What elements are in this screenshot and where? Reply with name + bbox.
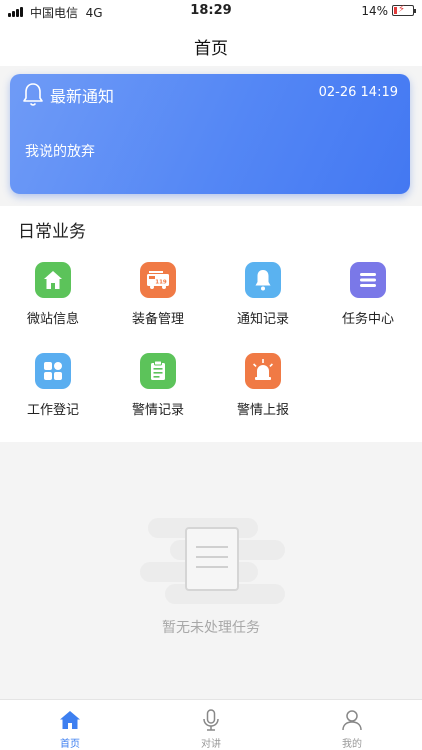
notice-title: 最新通知 — [50, 87, 115, 106]
notice-time: 02-26 14:19 — [318, 85, 398, 100]
grid-label: 警情上报 — [236, 403, 289, 418]
empty-state-text: 暂无未处理任务 — [162, 620, 260, 636]
battery-icon: ⚡ — [392, 4, 416, 16]
grid-label: 微站信息 — [26, 312, 79, 327]
fire-truck-icon: 119 — [140, 262, 176, 298]
nav-bar: 首页 — [0, 22, 422, 66]
bell-icon — [245, 262, 281, 298]
home-icon — [60, 711, 80, 729]
grid-label: 警情记录 — [131, 403, 184, 418]
tab-bar: 首页 对讲 我的 — [0, 699, 422, 750]
alarm-light-icon — [245, 353, 281, 389]
tab-profile[interactable]: 我的 — [282, 700, 422, 750]
tab-label: 首页 — [60, 739, 80, 750]
home-icon — [35, 262, 71, 298]
daily-business-section: 日常业务 微站信息 119 装备管理 通知记录 任务中心 工作登记 警情记录 警… — [0, 206, 422, 442]
task-center-button[interactable]: 任务中心 — [315, 262, 421, 342]
list-icon — [350, 262, 386, 298]
tab-label: 对讲 — [201, 739, 221, 750]
grid-icon — [35, 353, 71, 389]
grid-label: 装备管理 — [131, 312, 184, 327]
grid-label: 工作登记 — [26, 403, 79, 418]
page-title: 首页 — [194, 39, 228, 59]
grid-label: 通知记录 — [236, 312, 289, 327]
station-info-button[interactable]: 微站信息 — [0, 262, 106, 342]
section-title: 日常业务 — [18, 222, 86, 242]
equipment-management-button[interactable]: 119 装备管理 — [105, 262, 211, 342]
battery-percent: 14% — [361, 4, 388, 18]
clipboard-icon — [140, 353, 176, 389]
alarm-report-button[interactable]: 警情上报 — [210, 353, 316, 433]
tab-intercom[interactable]: 对讲 — [141, 700, 281, 750]
latest-notice-card[interactable]: 最新通知 02-26 14:19 我说的放弃 — [10, 74, 410, 194]
empty-document-icon — [140, 518, 285, 604]
alarm-records-button[interactable]: 警情记录 — [105, 353, 211, 433]
tab-home[interactable]: 首页 — [0, 700, 140, 750]
user-icon — [342, 710, 362, 731]
tab-label: 我的 — [342, 739, 362, 750]
status-bar: 中国电信 4G 18:29 14% ⚡ — [0, 0, 422, 22]
notice-content: 我说的放弃 — [25, 144, 95, 160]
work-registration-button[interactable]: 工作登记 — [0, 353, 106, 433]
notice-records-button[interactable]: 通知记录 — [210, 262, 316, 342]
status-time: 18:29 — [190, 3, 232, 18]
svg-text:119: 119 — [155, 280, 167, 286]
bell-icon — [23, 83, 43, 106]
grid-label: 任务中心 — [341, 312, 394, 327]
microphone-icon — [203, 709, 219, 731]
